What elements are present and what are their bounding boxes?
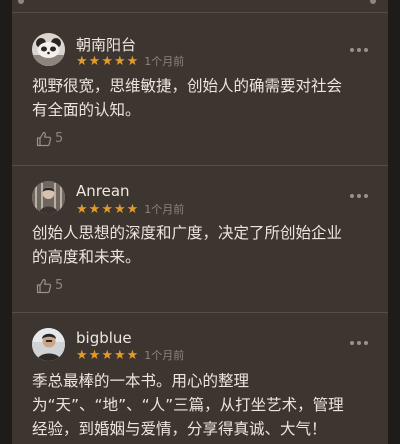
star-icon: ★	[101, 348, 113, 363]
reviewer-name[interactable]: Anrean	[76, 182, 130, 200]
avatar[interactable]	[32, 33, 65, 66]
thumbs-up-icon	[36, 131, 52, 147]
like-button[interactable]: 5	[36, 130, 63, 148]
thumbs-up-icon	[36, 278, 52, 294]
review-text-line: 经验，到婚姻与爱情，分享得真诚、大气！	[32, 420, 327, 438]
rating-stars: ★ ★ ★ ★ ★ 1个月前	[76, 55, 184, 69]
review-item: Anrean ★ ★ ★ ★ ★ 1个月前 创始人思想的深度和广度，决定了所创始…	[12, 165, 388, 313]
star-icon: ★	[76, 202, 88, 217]
star-icon: ★	[88, 348, 101, 363]
review-item: 朝南阳台 ★ ★ ★ ★ ★ 1个月前 视野很宽，思维敏捷，创始人的确需要对社会…	[12, 13, 388, 166]
review-time: 1个月前	[144, 203, 185, 216]
star-icon: ★	[76, 54, 88, 69]
reviewer-name[interactable]: 朝南阳台	[76, 36, 136, 54]
person-avatar-icon	[32, 328, 65, 361]
review-list: 朝南阳台 ★ ★ ★ ★ ★ 1个月前 视野很宽，思维敏捷，创始人的确需要对社会…	[0, 0, 400, 444]
star-icon: ★	[88, 54, 101, 69]
reviewer-name[interactable]: bigblue	[76, 329, 132, 347]
review-time: 1个月前	[144, 55, 185, 68]
avatar[interactable]	[32, 181, 65, 214]
review-item: bigblue ★ ★ ★ ★ ★ 1个月前 季总最棒的一本书。用心的整理 为“…	[12, 312, 388, 444]
rating-stars: ★ ★ ★ ★ ★ 1个月前	[76, 349, 184, 363]
rating-stars: ★ ★ ★ ★ ★ 1个月前	[76, 203, 184, 217]
review-text-line: 创始人思想的深度和广度，决定了所创始企业	[32, 224, 343, 242]
star-icon: ★	[126, 348, 139, 363]
review-text-line: 视野很宽，思维敏捷，创始人的确需要对社会	[32, 77, 343, 95]
review-time: 1个月前	[144, 349, 185, 362]
bullet-dot	[18, 0, 24, 4]
portrait-avatar-icon	[32, 181, 65, 214]
review-text: 季总最棒的一本书。用心的整理 为“天”、“地”、“人”三篇，从打坐艺术，管理 经…	[32, 369, 368, 441]
like-count: 5	[55, 131, 64, 146]
review-text: 创始人思想的深度和广度，决定了所创始企业 的高度和未来。	[32, 221, 368, 269]
review-text-line: 有全面的认知。	[32, 101, 141, 119]
review-text-line: 季总最棒的一本书。用心的整理	[32, 372, 250, 390]
bullet-dot	[370, 0, 376, 4]
more-options-icon[interactable]	[350, 47, 368, 53]
star-icon: ★	[126, 54, 139, 69]
star-icon: ★	[76, 348, 88, 363]
star-icon: ★	[88, 202, 101, 217]
star-icon: ★	[101, 202, 113, 217]
avatar[interactable]	[32, 328, 65, 361]
more-options-icon[interactable]	[350, 340, 368, 346]
panda-avatar-icon	[32, 33, 65, 66]
review-text-line: 的高度和未来。	[32, 248, 141, 266]
star-icon: ★	[113, 54, 126, 69]
review-text: 视野很宽，思维敏捷，创始人的确需要对社会 有全面的认知。	[32, 74, 368, 122]
star-icon: ★	[113, 202, 126, 217]
previous-review-edge	[12, 0, 388, 13]
like-button[interactable]: 5	[36, 277, 63, 295]
more-options-icon[interactable]	[350, 193, 368, 199]
star-icon: ★	[101, 54, 113, 69]
star-icon: ★	[113, 348, 126, 363]
like-count: 5	[55, 278, 64, 293]
review-text-line: 为“天”、“地”、“人”三篇，从打坐艺术，管理	[32, 396, 344, 414]
star-icon: ★	[126, 202, 139, 217]
